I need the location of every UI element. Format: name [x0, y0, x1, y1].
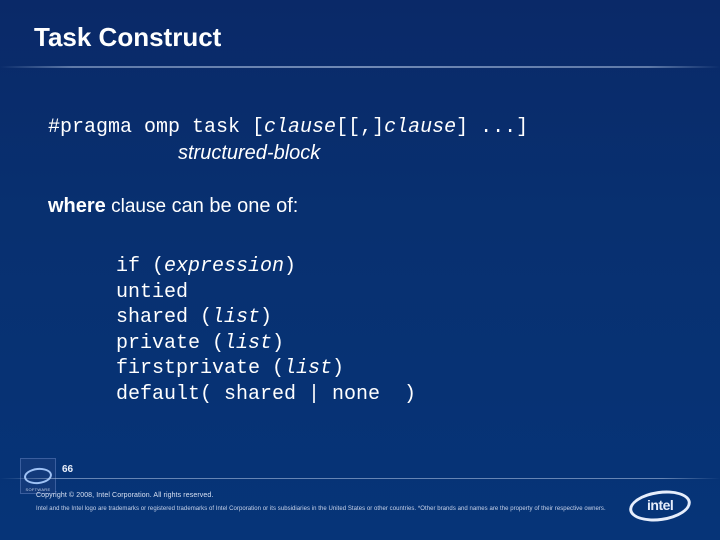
clause-firstprivate-c: ): [332, 357, 344, 380]
where-clause-word: clause: [106, 196, 166, 217]
slide-content: #pragma omp task [clause[[,]clause] ...]…: [48, 115, 680, 408]
clause-firstprivate-a: firstprivate (: [116, 357, 284, 380]
clause-list: if (expression) untied shared (list) pri…: [116, 254, 680, 408]
slide-number: 66: [62, 464, 73, 475]
slide-title: Task Construct: [34, 22, 221, 53]
footer-divider: [0, 478, 720, 479]
intel-logo-text: intel: [647, 497, 673, 513]
where-bold: where: [48, 195, 106, 217]
pragma-clause-1: clause: [264, 116, 336, 139]
clause-private-a: private (: [116, 332, 224, 355]
clause-private-b: list: [224, 332, 272, 355]
trademark-text: Intel and the Intel logo are trademarks …: [36, 506, 630, 512]
clause-shared-a: shared (: [116, 306, 212, 329]
pragma-suffix: ] ...]: [456, 116, 528, 139]
structured-block: structured-block: [178, 142, 680, 165]
clause-if-c: ): [284, 255, 296, 278]
clause-private-c: ): [272, 332, 284, 355]
pragma-prefix: #pragma omp task [: [48, 116, 264, 139]
where-rest: can be one of:: [166, 195, 298, 217]
where-line: where clause can be one of:: [48, 195, 680, 218]
intel-logo-oval-icon: intel: [627, 487, 693, 525]
intel-logo: intel: [626, 488, 694, 524]
slide: Task Construct #pragma omp task [clause[…: [0, 0, 720, 540]
pragma-clause-2: clause: [384, 116, 456, 139]
clause-if-b: expression: [164, 255, 284, 278]
clause-firstprivate-b: list: [284, 357, 332, 380]
clause-shared-b: list: [212, 306, 260, 329]
slide-footer: 66 Copyright © 2008, Intel Corporation. …: [0, 478, 720, 540]
clause-untied: untied: [116, 281, 188, 304]
clause-shared-c: ): [260, 306, 272, 329]
copyright-text: Copyright © 2008, Intel Corporation. All…: [36, 492, 213, 499]
clause-default: default( shared | none ): [116, 383, 416, 406]
pragma-mid: [[,]: [336, 116, 384, 139]
pragma-line: #pragma omp task [clause[[,]clause] ...]: [48, 115, 680, 140]
clause-if-a: if (: [116, 255, 164, 278]
